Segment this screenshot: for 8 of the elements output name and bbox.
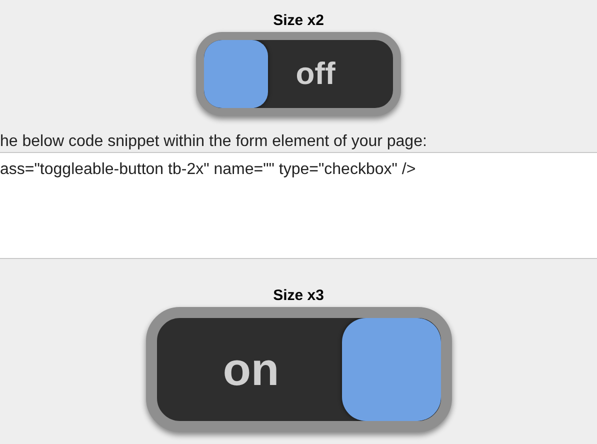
toggle-heading: Size x2 — [273, 12, 324, 30]
toggle-knob[interactable] — [342, 318, 440, 421]
toggle-heading: Size x3 — [273, 287, 324, 305]
toggle-knob[interactable] — [204, 40, 268, 108]
toggle-switch[interactable]: on — [146, 307, 452, 432]
toggle-switch[interactable]: off — [196, 32, 401, 116]
instruction-text: he below code snippet within the form element of your page: — [0, 133, 428, 151]
code-textarea[interactable]: ass="toggleable-button tb-2x" name="" type="checkbox" /> — [0, 152, 597, 259]
